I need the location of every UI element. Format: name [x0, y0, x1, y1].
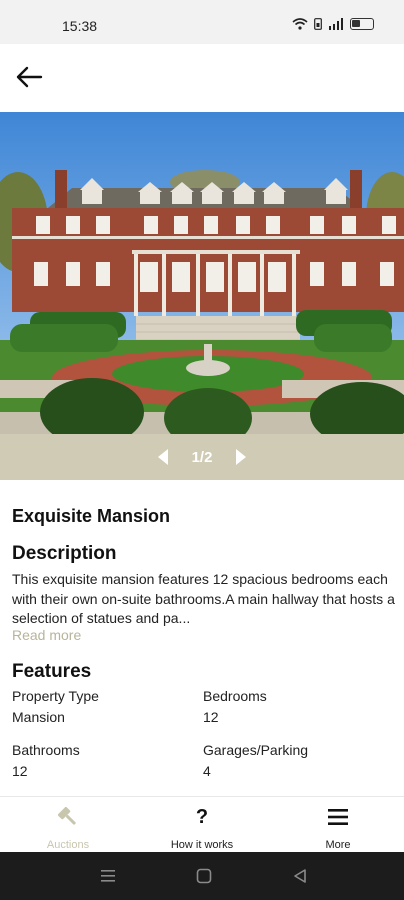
app-bar	[0, 44, 404, 112]
question-icon: ?	[195, 805, 209, 828]
property-photo[interactable]	[0, 112, 404, 434]
home-button[interactable]	[194, 866, 214, 886]
feature-value: 12	[203, 709, 219, 725]
feature-bedrooms: Bedrooms 12	[203, 686, 267, 728]
sim-icon	[314, 18, 322, 30]
system-back-button[interactable]	[290, 866, 310, 886]
signal-icon	[329, 18, 343, 30]
property-title: Exquisite Mansion	[12, 506, 171, 526]
previous-image-button[interactable]	[156, 448, 170, 466]
system-navigation-bar	[0, 852, 404, 900]
feature-value: 12	[12, 763, 28, 779]
feature-label: Bedrooms	[203, 688, 267, 704]
nav-label: Auctions	[46, 839, 90, 851]
bottom-navigation: Auctions ? How it works More	[0, 796, 404, 852]
triangle-left-icon	[157, 449, 168, 465]
description-heading: Description	[12, 543, 117, 564]
recent-apps-button[interactable]	[98, 866, 118, 886]
back-button[interactable]	[12, 60, 46, 94]
feature-garages-parking: Garages/Parking 4	[203, 740, 308, 782]
arrow-left-icon	[16, 66, 43, 88]
feature-bathrooms: Bathrooms 12	[12, 740, 80, 782]
feature-label: Garages/Parking	[203, 742, 309, 758]
feature-label: Property Type	[12, 688, 99, 704]
read-more-link[interactable]: Read more	[12, 627, 81, 643]
description-text: This exquisite mansion features 12 spaci…	[12, 571, 395, 626]
battery-icon	[350, 18, 374, 30]
nav-more[interactable]: More	[278, 803, 398, 851]
menu-icon	[327, 803, 349, 831]
gallery-pager: 1/2	[0, 434, 404, 480]
feature-value: 4	[203, 763, 211, 779]
triangle-right-icon	[236, 449, 247, 465]
nav-how-it-works[interactable]: ? How it works	[142, 803, 262, 852]
status-time: 15:38	[62, 18, 98, 34]
next-image-button[interactable]	[234, 448, 248, 466]
features-heading: Features	[12, 661, 92, 682]
nav-label: More	[325, 839, 351, 851]
nav-auctions[interactable]: Auctions	[8, 803, 128, 851]
recent-apps-icon	[101, 870, 115, 882]
home-square-icon	[196, 868, 212, 884]
feature-property-type: Property Type Mansion	[12, 686, 99, 728]
status-icons	[292, 18, 374, 30]
gavel-icon	[56, 803, 80, 831]
feature-label: Bathrooms	[12, 742, 80, 758]
page-indicator: 1/2	[191, 448, 213, 466]
nav-label: How it works	[170, 839, 234, 851]
wifi-icon	[292, 18, 308, 30]
status-bar: 15:38	[0, 0, 404, 44]
feature-value: Mansion	[12, 709, 65, 725]
mansion-image	[0, 112, 404, 434]
triangle-back-icon	[294, 869, 306, 883]
